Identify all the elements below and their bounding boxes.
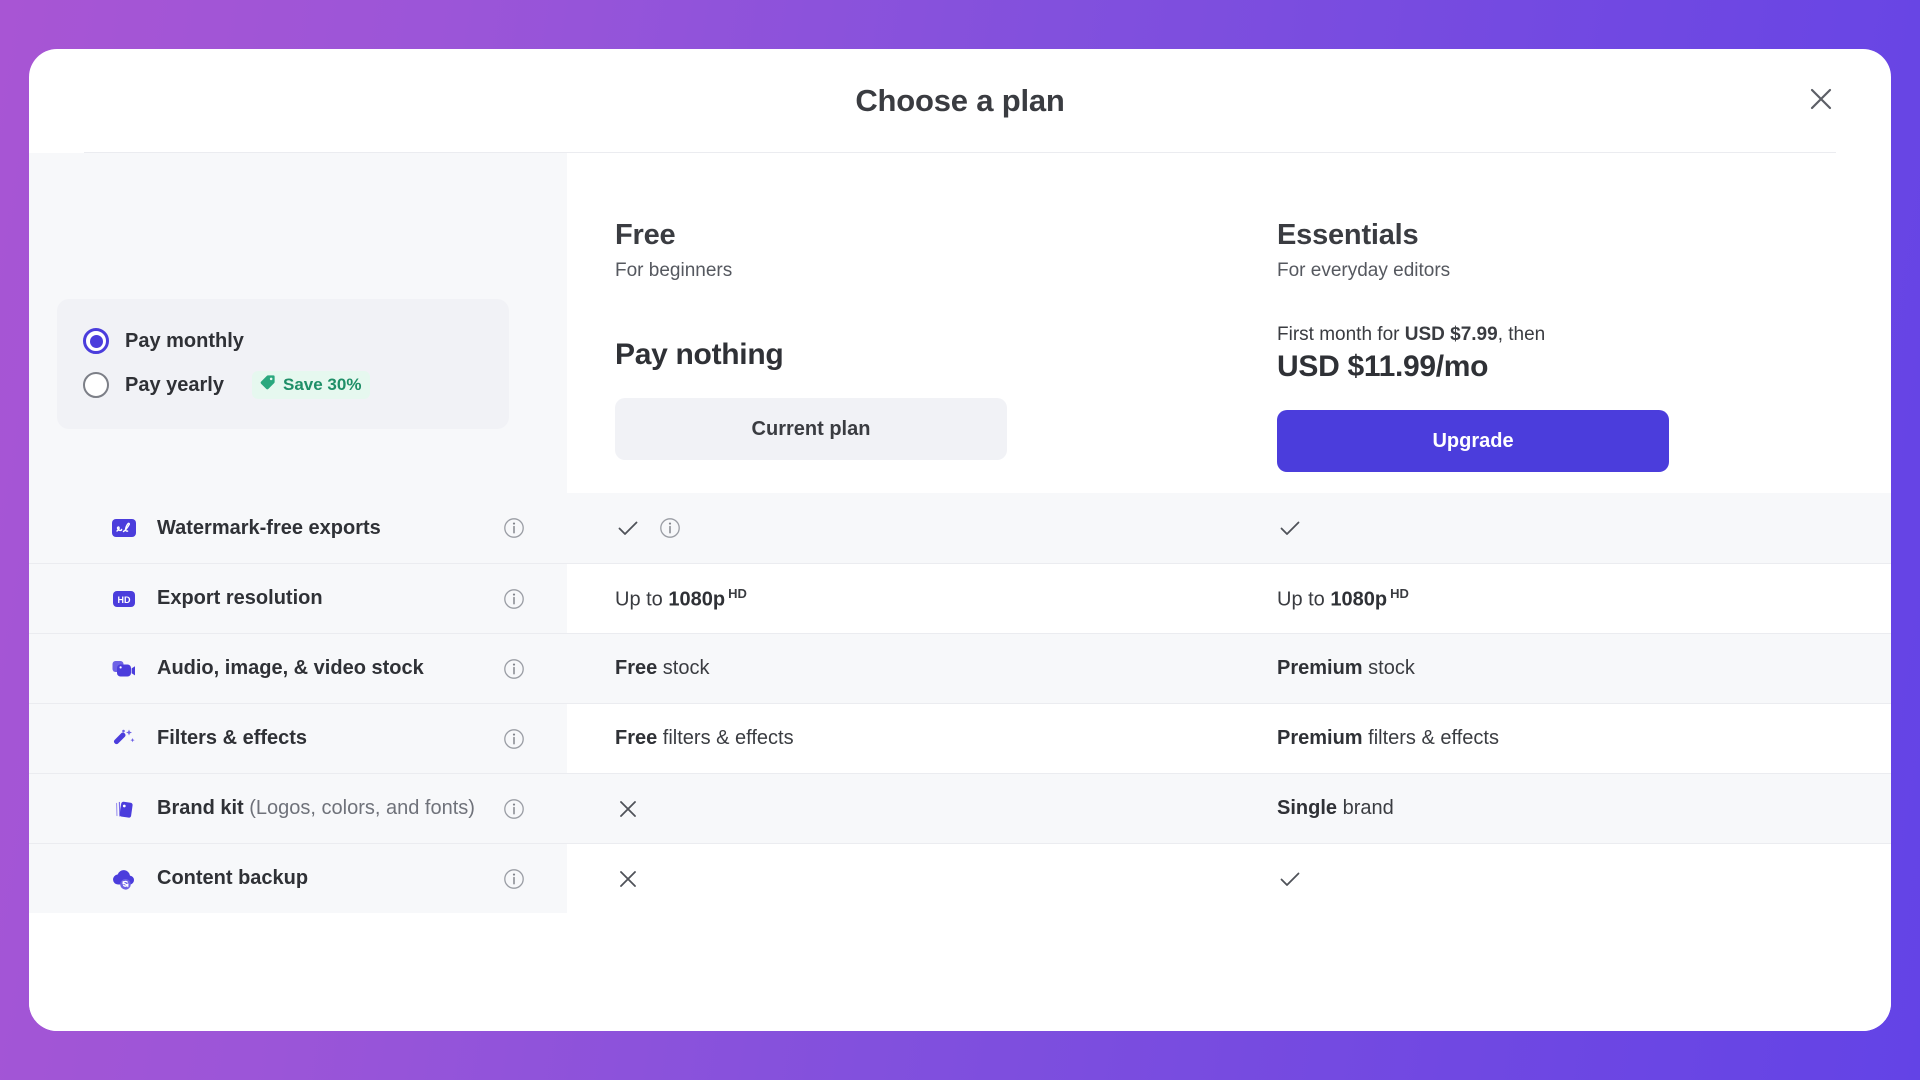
plan-column-free: Free For beginners Pay nothing Current p… xyxy=(567,153,1229,493)
feature-label-detail: (Logos, colors, and fonts) xyxy=(243,797,475,819)
value-cell-essentials xyxy=(1229,493,1891,563)
value-text: Up to 1080p HD xyxy=(615,585,747,611)
upgrade-button[interactable]: Upgrade xyxy=(1277,410,1669,472)
info-icon[interactable] xyxy=(503,588,525,610)
feature-label: Watermark-free exports xyxy=(157,516,381,539)
choose-plan-modal: Choose a plan Pay monthly Pay yearly Sav… xyxy=(29,49,1891,1031)
page-title: Choose a plan xyxy=(855,82,1065,118)
info-icon[interactable] xyxy=(503,658,525,680)
feature-label: Content backup xyxy=(157,867,309,889)
hd-badge-icon: HD xyxy=(109,584,139,614)
plan-tagline: For beginners xyxy=(615,260,733,281)
value-cell-free xyxy=(567,773,1229,843)
feature-cell: Audio, image, & video stock xyxy=(29,633,567,703)
svg-text:HD: HD xyxy=(118,595,131,605)
feature-cell: Brand kit (Logos, colors, and fonts) xyxy=(29,773,567,843)
plan-name: Free xyxy=(615,219,676,251)
brand-kit-tag-icon xyxy=(109,794,139,824)
table-row: HD Export resolution Up to 1080p HD Up t… xyxy=(29,563,1891,633)
value-cell-essentials xyxy=(1229,843,1891,913)
plan-price: USD $11.99/mo xyxy=(1277,350,1489,383)
plan-column-essentials: Essentials For everyday editors First mo… xyxy=(1229,153,1891,493)
feature-comparison-table: Watermark-free exports HD Export resolut… xyxy=(29,493,1891,913)
value-cell-free: Free filters & effects xyxy=(567,703,1229,773)
info-icon[interactable] xyxy=(503,728,525,750)
check-icon xyxy=(1277,866,1303,892)
close-icon xyxy=(1808,86,1834,115)
value-cell-essentials: Up to 1080p HD xyxy=(1229,563,1891,633)
feature-label: Audio, image, & video stock xyxy=(157,657,424,679)
value-text: Free stock xyxy=(615,657,710,679)
billing-toggle-column: Pay monthly Pay yearly Save 30% xyxy=(29,153,567,493)
plans-header-section: Pay monthly Pay yearly Save 30% Free For… xyxy=(29,153,1891,493)
radio-pay-yearly[interactable] xyxy=(83,372,109,398)
value-cell-free: Up to 1080p HD xyxy=(567,563,1229,633)
info-icon[interactable] xyxy=(503,868,525,890)
plan-name: Essentials xyxy=(1277,219,1419,251)
feature-cell: Watermark-free exports xyxy=(29,493,567,563)
video-camera-stock-icon xyxy=(109,654,139,684)
table-row: Brand kit (Logos, colors, and fonts) Sin… xyxy=(29,773,1891,843)
billing-option-label: Pay monthly xyxy=(125,329,244,352)
tag-icon xyxy=(259,374,276,396)
value-cell-essentials: Premium filters & effects xyxy=(1229,703,1891,773)
billing-period-selector: Pay monthly Pay yearly Save 30% xyxy=(57,299,509,429)
cross-icon xyxy=(615,796,641,822)
value-text: Up to 1080p HD xyxy=(1277,585,1409,611)
plan-price: Pay nothing xyxy=(615,338,784,371)
save-badge-label: Save 30% xyxy=(282,375,362,394)
check-icon xyxy=(615,515,641,541)
plan-intro-price-amount: USD $7.99 xyxy=(1404,324,1498,345)
current-plan-button[interactable]: Current plan xyxy=(615,398,1007,460)
feature-cell: Content backup xyxy=(29,843,567,913)
billing-option-label: Pay yearly xyxy=(125,373,224,396)
value-text: Premium stock xyxy=(1277,657,1415,679)
feature-label: Brand kit (Logos, colors, and fonts) xyxy=(157,797,475,819)
table-row: Content backup xyxy=(29,843,1891,913)
billing-option-monthly[interactable]: Pay monthly xyxy=(83,319,483,363)
value-text: Free filters & effects xyxy=(615,727,794,749)
billing-option-yearly[interactable]: Pay yearly Save 30% xyxy=(83,363,483,407)
cross-icon xyxy=(615,866,641,892)
feature-cell: Filters & effects xyxy=(29,703,567,773)
save-badge: Save 30% xyxy=(251,371,371,399)
value-cell-essentials: Single brand xyxy=(1229,773,1891,843)
modal-body: Pay monthly Pay yearly Save 30% Free For… xyxy=(29,153,1891,1031)
value-text: Premium filters & effects xyxy=(1277,727,1499,749)
info-icon[interactable] xyxy=(503,798,525,820)
cloud-backup-icon xyxy=(109,864,139,894)
info-icon[interactable] xyxy=(659,517,681,539)
value-cell-free xyxy=(567,843,1229,913)
value-cell-essentials: Premium stock xyxy=(1229,633,1891,703)
value-cell-free: Free stock xyxy=(567,633,1229,703)
plan-tagline: For everyday editors xyxy=(1277,260,1451,281)
info-icon[interactable] xyxy=(503,517,525,539)
value-text: Single brand xyxy=(1277,797,1394,819)
table-row: Watermark-free exports xyxy=(29,493,1891,563)
check-icon xyxy=(1277,515,1303,541)
modal-footer xyxy=(29,913,1891,1031)
feature-cell: HD Export resolution xyxy=(29,563,567,633)
magic-wand-icon xyxy=(109,724,139,754)
close-button[interactable] xyxy=(1798,78,1844,124)
table-row: Audio, image, & video stock Free stock P xyxy=(29,633,1891,703)
modal-header: Choose a plan xyxy=(84,49,1836,153)
plan-intro-price: First month for USD $7.99, then xyxy=(1277,324,1546,345)
watermark-signature-icon xyxy=(109,513,139,543)
value-cell-free xyxy=(567,493,1229,563)
feature-label: Filters & effects xyxy=(157,727,308,749)
table-row: Filters & effects Free filters & effects xyxy=(29,703,1891,773)
feature-label: Export resolution xyxy=(157,587,323,609)
radio-pay-monthly[interactable] xyxy=(83,328,109,354)
